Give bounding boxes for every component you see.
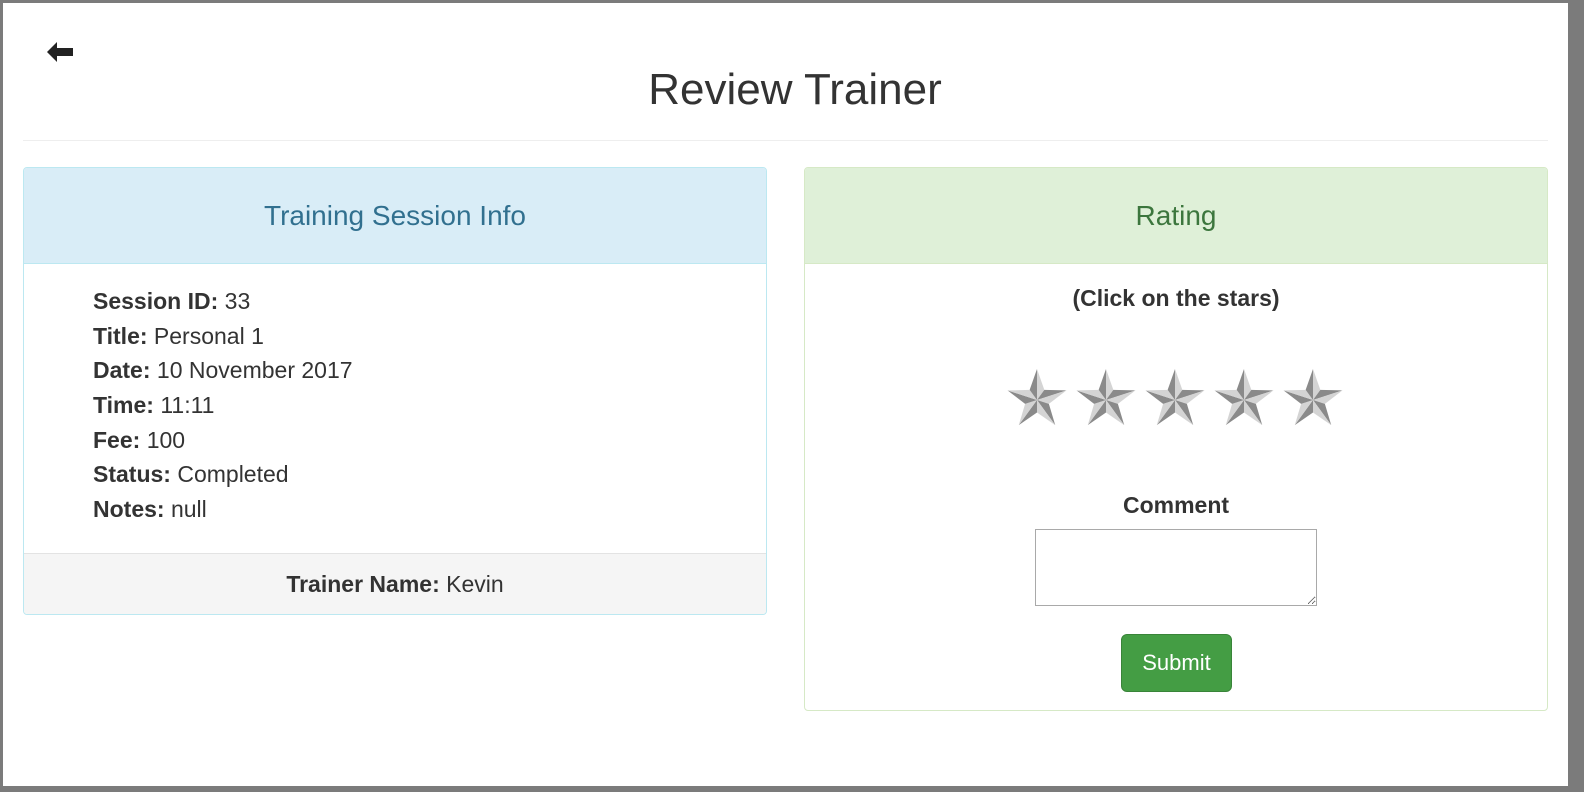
field-label: Session ID: bbox=[93, 288, 219, 314]
star-icon[interactable] bbox=[1282, 367, 1344, 431]
field-session-id: Session ID: 33 bbox=[93, 284, 766, 319]
field-value: null bbox=[170, 496, 207, 523]
trainer-name-value: Kevin bbox=[446, 570, 504, 597]
field-label: Fee: bbox=[93, 426, 141, 453]
star-icon[interactable] bbox=[1006, 367, 1068, 431]
submit-button[interactable]: Submit bbox=[1121, 634, 1232, 692]
field-label: Notes: bbox=[93, 496, 165, 523]
field-status: Status: Completed bbox=[93, 457, 766, 492]
field-time: Time: 11:11 bbox=[93, 388, 766, 423]
trainer-name-label: Trainer Name: bbox=[286, 570, 440, 597]
rating-panel: Rating (Click on the stars) Comment Subm… bbox=[804, 167, 1548, 711]
field-value: 11:11 bbox=[160, 392, 215, 419]
field-value: 33 bbox=[224, 288, 251, 314]
field-label: Status: bbox=[93, 461, 171, 488]
field-date: Date: 10 November 2017 bbox=[93, 353, 766, 388]
page-title: Review Trainer bbox=[648, 65, 942, 114]
trainer-name-footer: Trainer Name: Kevin bbox=[24, 553, 766, 614]
star-icon[interactable] bbox=[1075, 367, 1137, 431]
field-label: Date: bbox=[93, 357, 151, 384]
star-icon[interactable] bbox=[1144, 367, 1206, 431]
field-fee: Fee: 100 bbox=[93, 423, 766, 458]
field-value: 100 bbox=[146, 426, 186, 453]
star-rating[interactable] bbox=[1006, 367, 1344, 431]
field-label: Time: bbox=[93, 392, 154, 419]
field-value: Completed bbox=[177, 461, 289, 488]
back-button[interactable] bbox=[43, 37, 77, 67]
field-value: Personal 1 bbox=[153, 322, 264, 349]
field-notes: Notes: null bbox=[93, 492, 766, 527]
rating-heading: Rating bbox=[805, 168, 1547, 264]
app-window: Review Trainer Training Session Info Ses… bbox=[0, 0, 1584, 792]
session-info-heading: Training Session Info bbox=[24, 168, 766, 264]
session-info-list: Session ID: 33 Title: Personal 1 Date: 1… bbox=[24, 264, 766, 527]
comment-input[interactable] bbox=[1035, 529, 1317, 606]
arrow-left-icon bbox=[47, 42, 73, 62]
field-value: 10 November 2017 bbox=[156, 357, 353, 384]
comment-label: Comment bbox=[1122, 492, 1230, 518]
header-divider bbox=[23, 140, 1548, 141]
session-info-panel: Training Session Info Session ID: 33 Tit… bbox=[23, 167, 767, 615]
field-label: Title: bbox=[93, 322, 148, 349]
field-title: Title: Personal 1 bbox=[93, 319, 766, 354]
star-icon[interactable] bbox=[1213, 367, 1275, 431]
rating-hint: (Click on the stars) bbox=[1072, 285, 1280, 311]
